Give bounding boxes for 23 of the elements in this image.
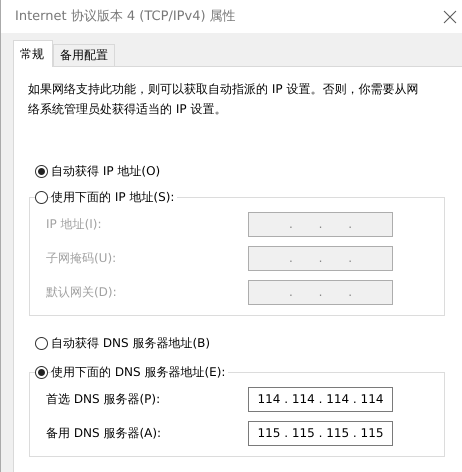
field-label: 首选 DNS 服务器(P):: [46, 392, 162, 407]
radio-button[interactable]: [35, 190, 48, 204]
radio-label: 自动获得 DNS 服务器地址(B): [51, 336, 210, 350]
tab[interactable]: 常规: [13, 40, 53, 67]
radio-label: 自动获得 IP 地址(O): [51, 164, 160, 178]
ip-address-field[interactable]: 115 . 115 . 115 . 115: [248, 421, 393, 446]
close-icon[interactable]: [442, 8, 458, 24]
field-label: 备用 DNS 服务器(A):: [46, 426, 162, 441]
radio-button[interactable]: [35, 164, 48, 178]
description-text: 如果网络支持此功能，则可以获取自动指派的 IP 设置。否则，你需要从网络系统管理员处获得适当的 IP 设置。: [28, 81, 420, 118]
window-title: Internet 协议版本 4 (TCP/IPv4) 属性: [15, 8, 236, 24]
ip-address-field: . . .: [248, 246, 393, 271]
field-label: IP 地址(I):: [46, 217, 103, 232]
ip-address-field[interactable]: 114 . 114 . 114 . 114: [248, 387, 393, 412]
radio-button[interactable]: [35, 336, 48, 350]
ip-address-field: . . .: [248, 212, 393, 237]
radio-button[interactable]: [35, 366, 48, 378]
radio-label: 使用下面的 IP 地址(S):: [51, 190, 178, 204]
ip-address-field: . . .: [248, 280, 393, 305]
field-label: 子网掩码(U):: [46, 251, 118, 266]
field-label: 默认网关(D):: [46, 285, 118, 300]
tab[interactable]: 备用配置: [53, 44, 115, 66]
radio-label: 使用下面的 DNS 服务器地址(E):: [51, 364, 228, 380]
